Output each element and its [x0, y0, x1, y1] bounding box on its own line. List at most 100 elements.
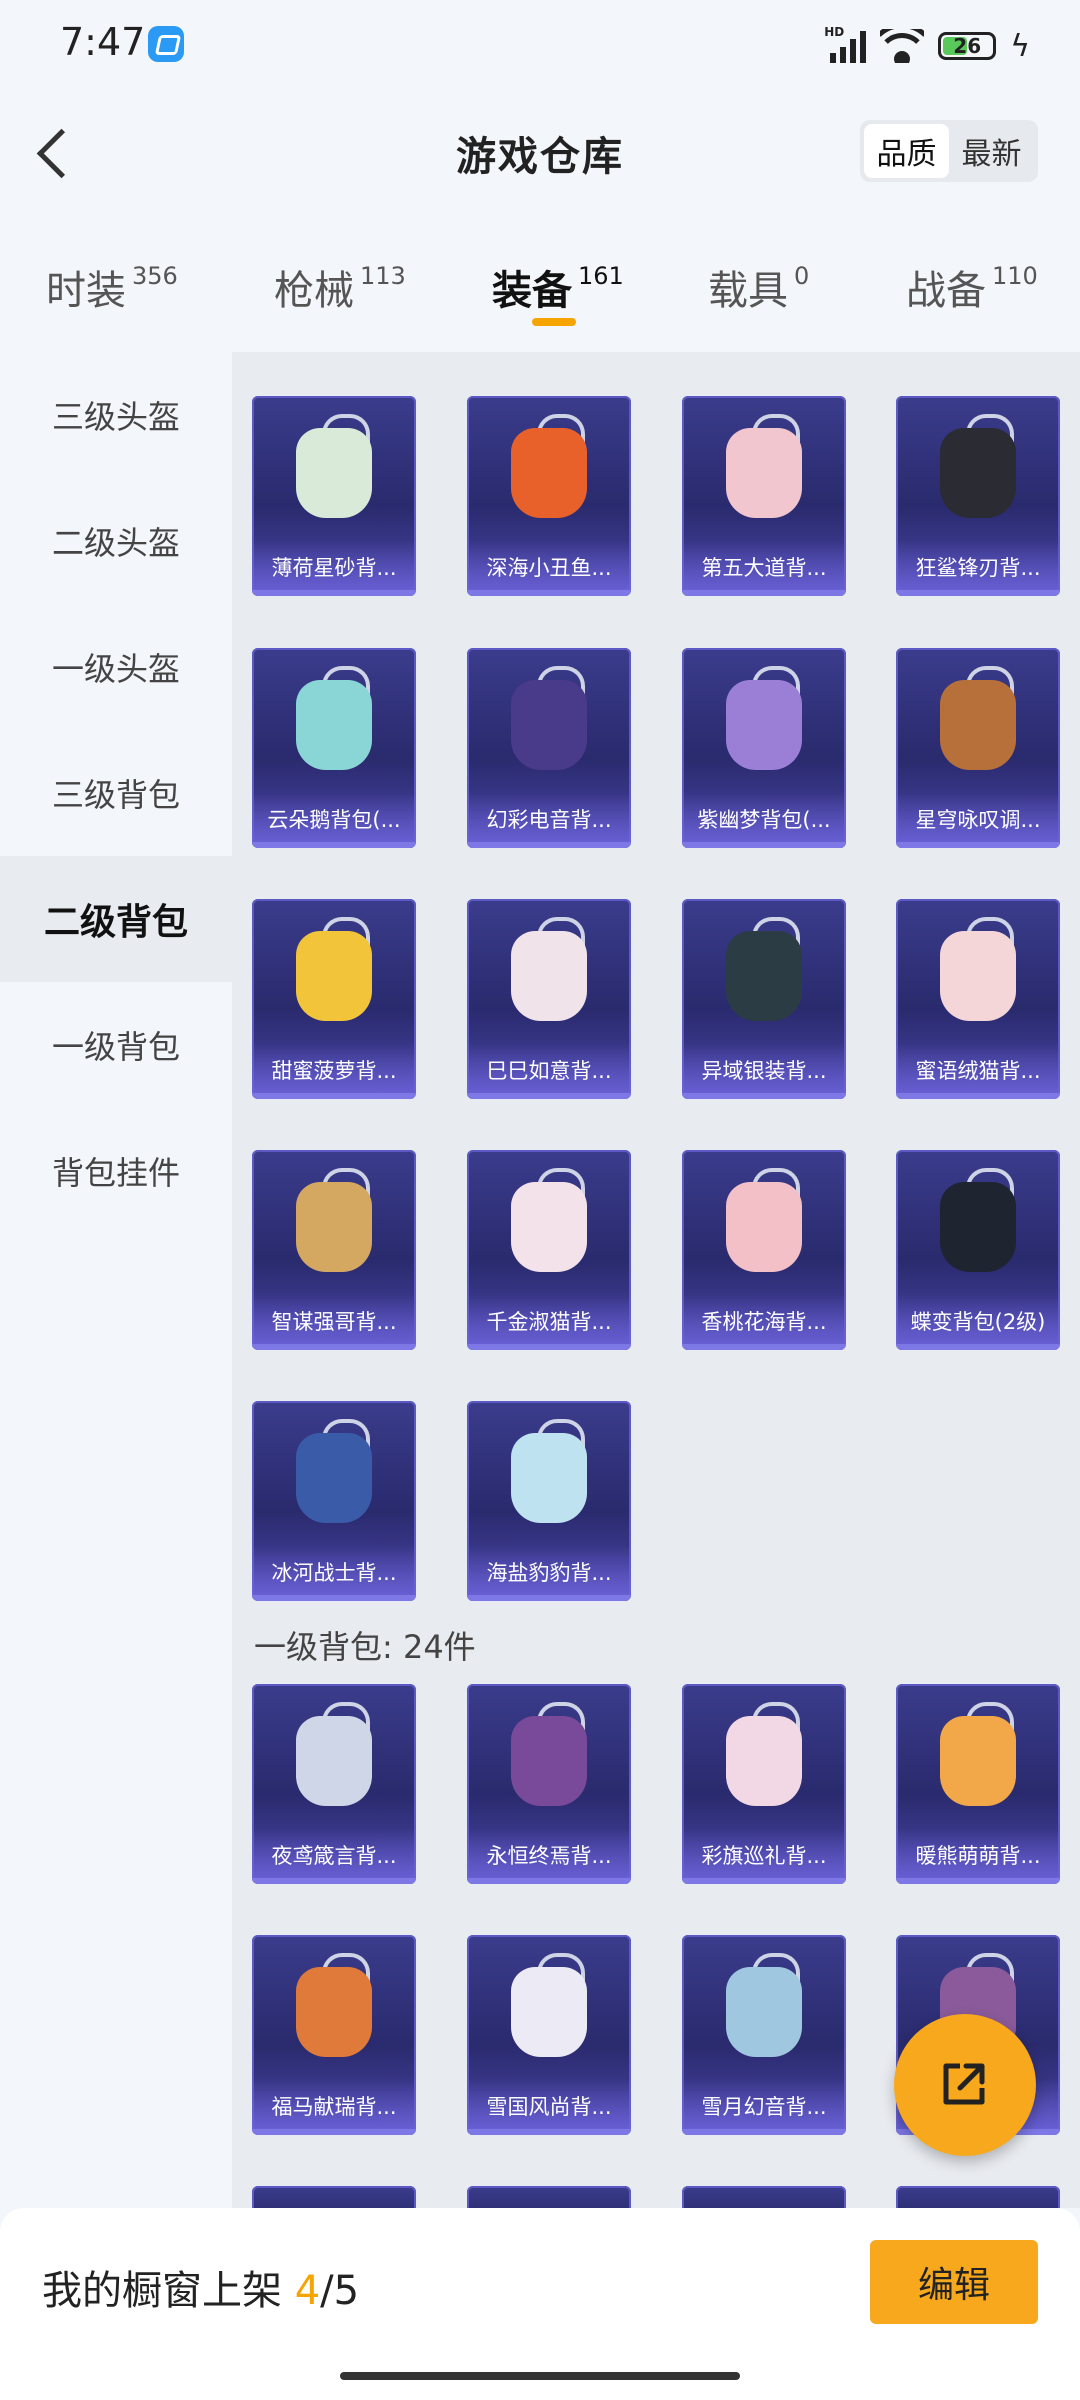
item-card[interactable]: 异域银装背... [682, 899, 846, 1099]
item-card[interactable]: 云朵鹅背包(... [252, 648, 416, 848]
showcase-status: 我的橱窗上架 4/5 [42, 2258, 359, 2316]
item-card-partial[interactable] [896, 2186, 1060, 2208]
item-name: 蝶变背包(2级) [910, 1310, 1046, 1334]
item-name: 深海小丑鱼... [486, 556, 612, 580]
share-icon [943, 2063, 985, 2105]
active-tab-indicator [532, 318, 576, 326]
backpack-image [940, 680, 1016, 770]
tab-equipment[interactable]: 装备 161 [492, 258, 624, 316]
tab-label: 枪械 [274, 268, 354, 314]
item-card[interactable]: 深海小丑鱼... [467, 396, 631, 596]
showcase-bar: 我的橱窗上架 4/5 编辑 [0, 2208, 1080, 2400]
tab-fashion[interactable]: 时装 356 [46, 258, 178, 316]
item-card[interactable]: 巳巳如意背... [467, 899, 631, 1099]
backpack-image [511, 1433, 587, 1523]
item-card[interactable]: 第五大道背... [682, 396, 846, 596]
item-card[interactable]: 永恒终焉背... [467, 1684, 631, 1884]
item-card[interactable]: 福马献瑞背... [252, 1935, 416, 2135]
backpack-image [511, 1967, 587, 2057]
sort-latest-button[interactable]: 最新 [949, 124, 1034, 178]
item-name: 云朵鹅背包(... [267, 808, 401, 832]
item-name: 异域银装背... [701, 1059, 827, 1083]
item-card[interactable]: 彩旗巡礼背... [682, 1684, 846, 1884]
item-card-partial[interactable] [467, 2186, 631, 2208]
item-card[interactable]: 香桃花海背... [682, 1150, 846, 1350]
item-card[interactable]: 蜜语绒猫背... [896, 899, 1060, 1099]
backpack-image [511, 680, 587, 770]
backpack-image [726, 680, 802, 770]
item-name: 第五大道背... [701, 556, 827, 580]
sidebar-item-backpack-1[interactable]: 一级背包 [0, 982, 232, 1108]
charging-icon: ϟ [1010, 28, 1030, 64]
tab-gear[interactable]: 战备 110 [906, 258, 1038, 316]
item-name: 香桃花海背... [701, 1310, 827, 1334]
tab-label: 战备 [906, 268, 986, 314]
showcase-total-count: /5 [320, 2268, 360, 2314]
item-card[interactable]: 狂鲨锋刃背... [896, 396, 1060, 596]
item-card[interactable]: 智谋强哥背... [252, 1150, 416, 1350]
backpack-image [296, 1967, 372, 2057]
tab-guns[interactable]: 枪械 113 [274, 258, 406, 316]
section-label-level1: 一级背包: 24件 [254, 1628, 476, 1666]
item-card-partial[interactable] [252, 2186, 416, 2208]
item-name: 甜蜜菠萝背... [271, 1059, 397, 1083]
category-tabs: 时装 356 枪械 113 装备 161 载具 0 战备 110 [0, 240, 1080, 340]
edit-button[interactable]: 编辑 [870, 2240, 1038, 2324]
item-card[interactable]: 紫幽梦背包(... [682, 648, 846, 848]
tab-count: 113 [360, 262, 406, 290]
item-card[interactable]: 薄荷星砂背... [252, 396, 416, 596]
backpack-image [940, 1182, 1016, 1272]
sidebar-item-backpack-2[interactable]: 二级背包 [0, 856, 232, 982]
share-button[interactable] [894, 2014, 1036, 2156]
item-card[interactable]: 幻彩电音背... [467, 648, 631, 848]
home-indicator[interactable] [340, 2372, 740, 2380]
item-name: 星穹咏叹调... [915, 808, 1041, 832]
wifi-icon [880, 29, 925, 63]
backpack-image [726, 1716, 802, 1806]
item-card[interactable]: 千金淑猫背... [467, 1150, 631, 1350]
backpack-image [296, 680, 372, 770]
sidebar-item-helmet-1[interactable]: 一级头盔 [0, 604, 232, 730]
item-name: 智谋强哥背... [271, 1310, 397, 1334]
status-icons: HD 26 ϟ [824, 24, 1030, 68]
tab-count: 110 [992, 262, 1038, 290]
sidebar-item-helmet-2[interactable]: 二级头盔 [0, 478, 232, 604]
item-card[interactable]: 海盐豹豹背... [467, 1401, 631, 1601]
tab-label: 时装 [46, 268, 126, 314]
sidebar-item-helmet-3[interactable]: 三级头盔 [0, 352, 232, 478]
sidebar: 三级头盔 二级头盔 一级头盔 三级背包 二级背包 一级背包 背包挂件 [0, 352, 232, 2208]
item-card[interactable]: 暖熊萌萌背... [896, 1684, 1060, 1884]
backpack-image [940, 428, 1016, 518]
item-name: 彩旗巡礼背... [701, 1844, 827, 1868]
item-card[interactable]: 星穹咏叹调... [896, 648, 1060, 848]
item-name: 夜鸢箴言背... [271, 1844, 397, 1868]
item-name: 雪月幻音背... [701, 2095, 827, 2119]
item-card[interactable]: 雪月幻音背... [682, 1935, 846, 2135]
item-name: 薄荷星砂背... [271, 556, 397, 580]
sort-quality-button[interactable]: 品质 [864, 124, 949, 178]
tab-count: 0 [794, 262, 810, 290]
item-name: 福马献瑞背... [271, 2095, 397, 2119]
item-card[interactable]: 蝶变背包(2级) [896, 1150, 1060, 1350]
backpack-image [726, 1967, 802, 2057]
status-bar: 7:47 HD 26 ϟ [0, 0, 1080, 90]
item-card[interactable]: 甜蜜菠萝背... [252, 899, 416, 1099]
item-card[interactable]: 雪国风尚背... [467, 1935, 631, 2135]
backpack-image [296, 428, 372, 518]
item-card[interactable]: 冰河战士背... [252, 1401, 416, 1601]
signal-icon: HD [824, 25, 867, 63]
item-name: 冰河战士背... [271, 1561, 397, 1585]
tab-vehicles[interactable]: 载具 0 [708, 258, 809, 316]
item-card-partial[interactable] [682, 2186, 846, 2208]
backpack-image [296, 1716, 372, 1806]
backpack-image [296, 1433, 372, 1523]
backpack-image [511, 1716, 587, 1806]
sidebar-item-pendant[interactable]: 背包挂件 [0, 1108, 232, 1234]
backpack-image [296, 1182, 372, 1272]
backpack-image [726, 428, 802, 518]
backpack-image [726, 931, 802, 1021]
item-card[interactable]: 夜鸢箴言背... [252, 1684, 416, 1884]
header: 游戏仓库 品质 最新 [0, 90, 1080, 210]
sidebar-item-backpack-3[interactable]: 三级背包 [0, 730, 232, 856]
backpack-image [511, 1182, 587, 1272]
